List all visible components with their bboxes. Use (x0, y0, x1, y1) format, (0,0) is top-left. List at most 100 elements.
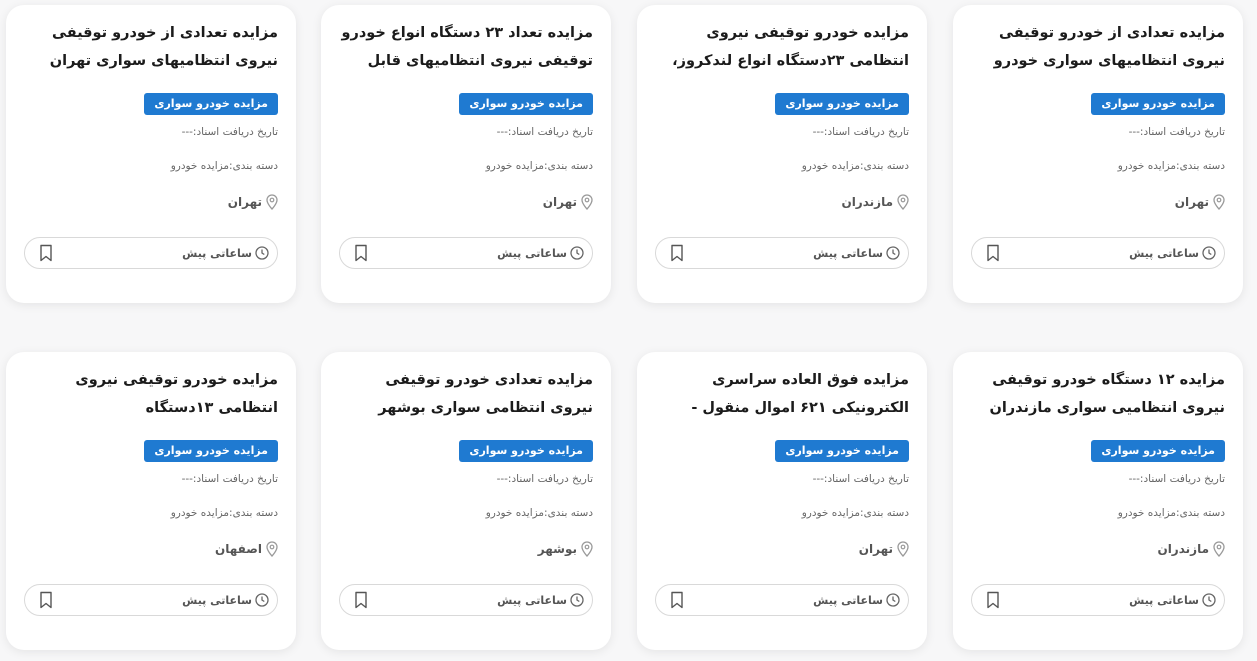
map-pin-icon (581, 541, 593, 557)
time-label: ساعاتی پیش (813, 246, 883, 260)
bookmark-icon[interactable] (354, 244, 368, 262)
category-text: دسته بندی:مزایده خودرو (801, 160, 909, 172)
card-title[interactable]: مزایده تعدادی از خودرو توقیفی نیروی انتظ… (24, 19, 278, 75)
auction-card[interactable]: مزایده خودرو توقیفی نیروی انتظامی ۱۳دستگ… (6, 352, 296, 650)
clock-icon (1202, 246, 1216, 260)
bookmark-icon[interactable] (670, 244, 684, 262)
category-badge[interactable]: مزایده خودرو سواری (459, 440, 593, 462)
bookmark-icon[interactable] (354, 591, 368, 609)
category-text: دسته بندی:مزایده خودرو (170, 507, 278, 519)
map-pin-icon (1213, 541, 1225, 557)
auction-card-grid: مزایده تعدادی از خودرو توقیفی نیروی انتظ… (0, 0, 1257, 661)
time-info: ساعاتی پیش (497, 593, 584, 607)
location: اصفهان (24, 540, 278, 558)
auction-card[interactable]: مزایده خودرو توقیفی نیروی انتظامی ۲۳دستگ… (637, 5, 927, 303)
time-info: ساعاتی پیش (813, 593, 900, 607)
card-footer: ساعاتی پیش (24, 237, 278, 269)
card-title[interactable]: مزایده تعدادی خودرو توقیفی نیروی انتظامی… (339, 366, 593, 422)
clock-icon (255, 593, 269, 607)
location-label: بوشهر (537, 542, 577, 556)
card-footer: ساعاتی پیش (655, 237, 909, 269)
doc-date: تاریخ دریافت اسناد:--- (181, 473, 278, 485)
category-badge[interactable]: مزایده خودرو سواری (1091, 440, 1225, 462)
auction-card[interactable]: مزایده تعدادی از خودرو توقیفی نیروی انتظ… (953, 5, 1243, 303)
time-info: ساعاتی پیش (497, 246, 584, 260)
location-label: اصفهان (214, 542, 262, 556)
category-badge[interactable]: مزایده خودرو سواری (1091, 93, 1225, 115)
map-pin-icon (266, 541, 278, 557)
auction-card[interactable]: مزایده تعداد ۲۳ دستگاه انواع خودرو توقیف… (321, 5, 611, 303)
bookmark-icon[interactable] (670, 591, 684, 609)
location-label: تهران (542, 195, 577, 209)
card-title[interactable]: مزایده فوق العاده سراسری الکترونیکی ۶۲۱ … (655, 366, 909, 422)
category-text: دسته بندی:مزایده خودرو (170, 160, 278, 172)
map-pin-icon (266, 194, 278, 210)
map-pin-icon (897, 194, 909, 210)
card-footer: ساعاتی پیش (655, 584, 909, 616)
location-label: تهران (227, 195, 262, 209)
bookmark-icon[interactable] (986, 591, 1000, 609)
location: مازندران (971, 540, 1225, 558)
location: تهران (971, 193, 1225, 211)
bookmark-icon[interactable] (986, 244, 1000, 262)
time-label: ساعاتی پیش (813, 593, 883, 607)
map-pin-icon (581, 194, 593, 210)
location: بوشهر (339, 540, 593, 558)
card-footer: ساعاتی پیش (339, 237, 593, 269)
category-badge[interactable]: مزایده خودرو سواری (775, 93, 909, 115)
doc-date: تاریخ دریافت اسناد:--- (496, 473, 593, 485)
category-badge[interactable]: مزایده خودرو سواری (144, 440, 278, 462)
card-title[interactable]: مزایده خودرو توقیفی نیروی انتظامی ۲۳دستگ… (655, 19, 909, 75)
card-title[interactable]: مزایده خودرو توقیفی نیروی انتظامی ۱۳دستگ… (24, 366, 278, 422)
auction-card[interactable]: مزایده ۱۲ دستگاه خودرو توقیفی نیروی انتظ… (953, 352, 1243, 650)
auction-card[interactable]: مزایده تعدادی از خودرو توقیفی نیروی انتظ… (6, 5, 296, 303)
clock-icon (886, 246, 900, 260)
clock-icon (886, 593, 900, 607)
time-label: ساعاتی پیش (1129, 593, 1199, 607)
time-info: ساعاتی پیش (1129, 246, 1216, 260)
bookmark-icon[interactable] (39, 591, 53, 609)
location-label: تهران (858, 542, 893, 556)
time-info: ساعاتی پیش (182, 593, 269, 607)
category-text: دسته بندی:مزایده خودرو (485, 160, 593, 172)
clock-icon (255, 246, 269, 260)
time-info: ساعاتی پیش (182, 246, 269, 260)
location: مازندران (655, 193, 909, 211)
category-badge[interactable]: مزایده خودرو سواری (144, 93, 278, 115)
card-footer: ساعاتی پیش (24, 584, 278, 616)
doc-date: تاریخ دریافت اسناد:--- (496, 126, 593, 138)
doc-date: تاریخ دریافت اسناد:--- (1128, 126, 1225, 138)
doc-date: تاریخ دریافت اسناد:--- (181, 126, 278, 138)
card-footer: ساعاتی پیش (339, 584, 593, 616)
category-badge[interactable]: مزایده خودرو سواری (775, 440, 909, 462)
auction-card[interactable]: مزایده فوق العاده سراسری الکترونیکی ۶۲۱ … (637, 352, 927, 650)
location: تهران (339, 193, 593, 211)
auction-card[interactable]: مزایده تعدادی خودرو توقیفی نیروی انتظامی… (321, 352, 611, 650)
location-label: تهران (1174, 195, 1209, 209)
card-title[interactable]: مزایده تعدادی از خودرو توقیفی نیروی انتظ… (971, 19, 1225, 75)
location: تهران (655, 540, 909, 558)
time-label: ساعاتی پیش (182, 246, 252, 260)
location-label: مازندران (841, 195, 893, 209)
card-title[interactable]: مزایده ۱۲ دستگاه خودرو توقیفی نیروی انتظ… (971, 366, 1225, 422)
time-label: ساعاتی پیش (497, 593, 567, 607)
category-text: دسته بندی:مزایده خودرو (1117, 507, 1225, 519)
map-pin-icon (1213, 194, 1225, 210)
time-label: ساعاتی پیش (497, 246, 567, 260)
time-info: ساعاتی پیش (813, 246, 900, 260)
doc-date: تاریخ دریافت اسناد:--- (1128, 473, 1225, 485)
clock-icon (570, 246, 584, 260)
category-badge[interactable]: مزایده خودرو سواری (459, 93, 593, 115)
location-label: مازندران (1157, 542, 1209, 556)
time-label: ساعاتی پیش (182, 593, 252, 607)
card-title[interactable]: مزایده تعداد ۲۳ دستگاه انواع خودرو توقیف… (339, 19, 593, 75)
bookmark-icon[interactable] (39, 244, 53, 262)
time-label: ساعاتی پیش (1129, 246, 1199, 260)
category-text: دسته بندی:مزایده خودرو (485, 507, 593, 519)
clock-icon (1202, 593, 1216, 607)
location: تهران (24, 193, 278, 211)
card-footer: ساعاتی پیش (971, 237, 1225, 269)
clock-icon (570, 593, 584, 607)
category-text: دسته بندی:مزایده خودرو (801, 507, 909, 519)
map-pin-icon (897, 541, 909, 557)
